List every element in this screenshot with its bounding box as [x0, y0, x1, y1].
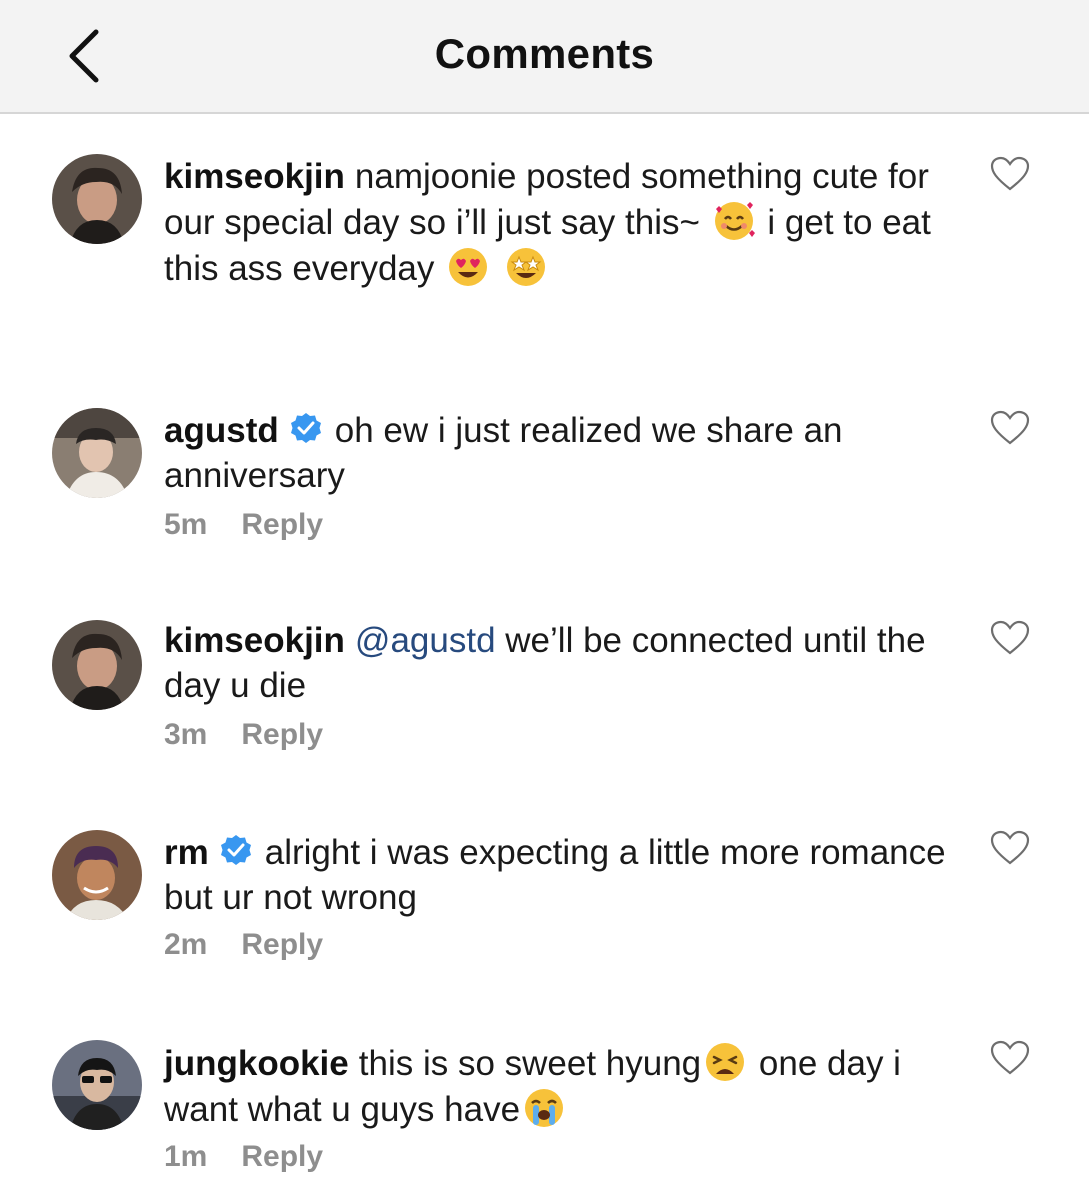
heart-icon: [990, 410, 1030, 445]
comment-username[interactable]: rm: [164, 833, 209, 872]
heart-icon: [990, 830, 1030, 865]
reply-button[interactable]: Reply: [241, 718, 323, 752]
heart-icon: [990, 156, 1030, 191]
comment-timestamp: 1m: [164, 1140, 208, 1173]
comment-meta: 3m Reply: [164, 718, 323, 752]
comment-text: alright i was expecting a little more ro…: [164, 833, 946, 917]
heart-icon: [990, 620, 1030, 655]
weary-face-icon: [706, 1043, 745, 1081]
verified-badge-icon: [290, 413, 321, 443]
comment-username[interactable]: agustd: [164, 411, 279, 450]
avatar[interactable]: [52, 154, 142, 244]
like-button[interactable]: [990, 830, 1030, 866]
comment-body: rm alright i was expecting a little more…: [164, 830, 974, 920]
avatar[interactable]: [52, 408, 142, 498]
page-title: Comments: [434, 30, 655, 77]
like-button[interactable]: [990, 620, 1030, 656]
comment-body: jungkookie this is so sweet hyung one day…: [164, 1040, 974, 1132]
like-button[interactable]: [990, 1040, 1030, 1076]
reply-button[interactable]: Reply: [241, 1140, 323, 1174]
smiling-face-with-hearts-icon: [714, 202, 755, 240]
comment-meta: 2m Reply: [164, 928, 323, 962]
heart-icon: [990, 1040, 1030, 1075]
avatar[interactable]: [52, 830, 142, 920]
like-button[interactable]: [990, 410, 1030, 446]
header-bar: Comments: [0, 0, 1089, 114]
comment-timestamp: 2m: [164, 928, 208, 961]
mention-link[interactable]: @agustd: [355, 621, 496, 660]
comment-username[interactable]: jungkookie: [164, 1044, 349, 1083]
like-button[interactable]: [990, 156, 1030, 192]
comment-username[interactable]: kimseokjin: [164, 157, 345, 196]
comment-text: this is so sweet hyung: [358, 1044, 702, 1083]
comment-meta: 1m Reply: [164, 1140, 323, 1174]
loudly-crying-face-icon: [525, 1089, 564, 1127]
comment-timestamp: 5m: [164, 508, 208, 541]
comment-username[interactable]: kimseokjin: [164, 621, 345, 660]
reply-button[interactable]: Reply: [241, 508, 323, 542]
star-struck-icon: [506, 248, 545, 286]
avatar[interactable]: [52, 1040, 142, 1130]
verified-badge-icon: [220, 835, 251, 865]
comment-body: kimseokjin @agustd we’ll be connected unt…: [164, 618, 974, 708]
reply-button[interactable]: Reply: [241, 928, 323, 962]
avatar[interactable]: [52, 620, 142, 710]
comment-body: agustd oh ew i just realized we share an…: [164, 408, 974, 498]
heart-eyes-icon: [449, 248, 488, 286]
comment-meta: 5m Reply: [164, 508, 323, 542]
comment-timestamp: 3m: [164, 718, 208, 751]
comment-body: kimseokjin namjoonie posted something cut…: [164, 154, 974, 291]
